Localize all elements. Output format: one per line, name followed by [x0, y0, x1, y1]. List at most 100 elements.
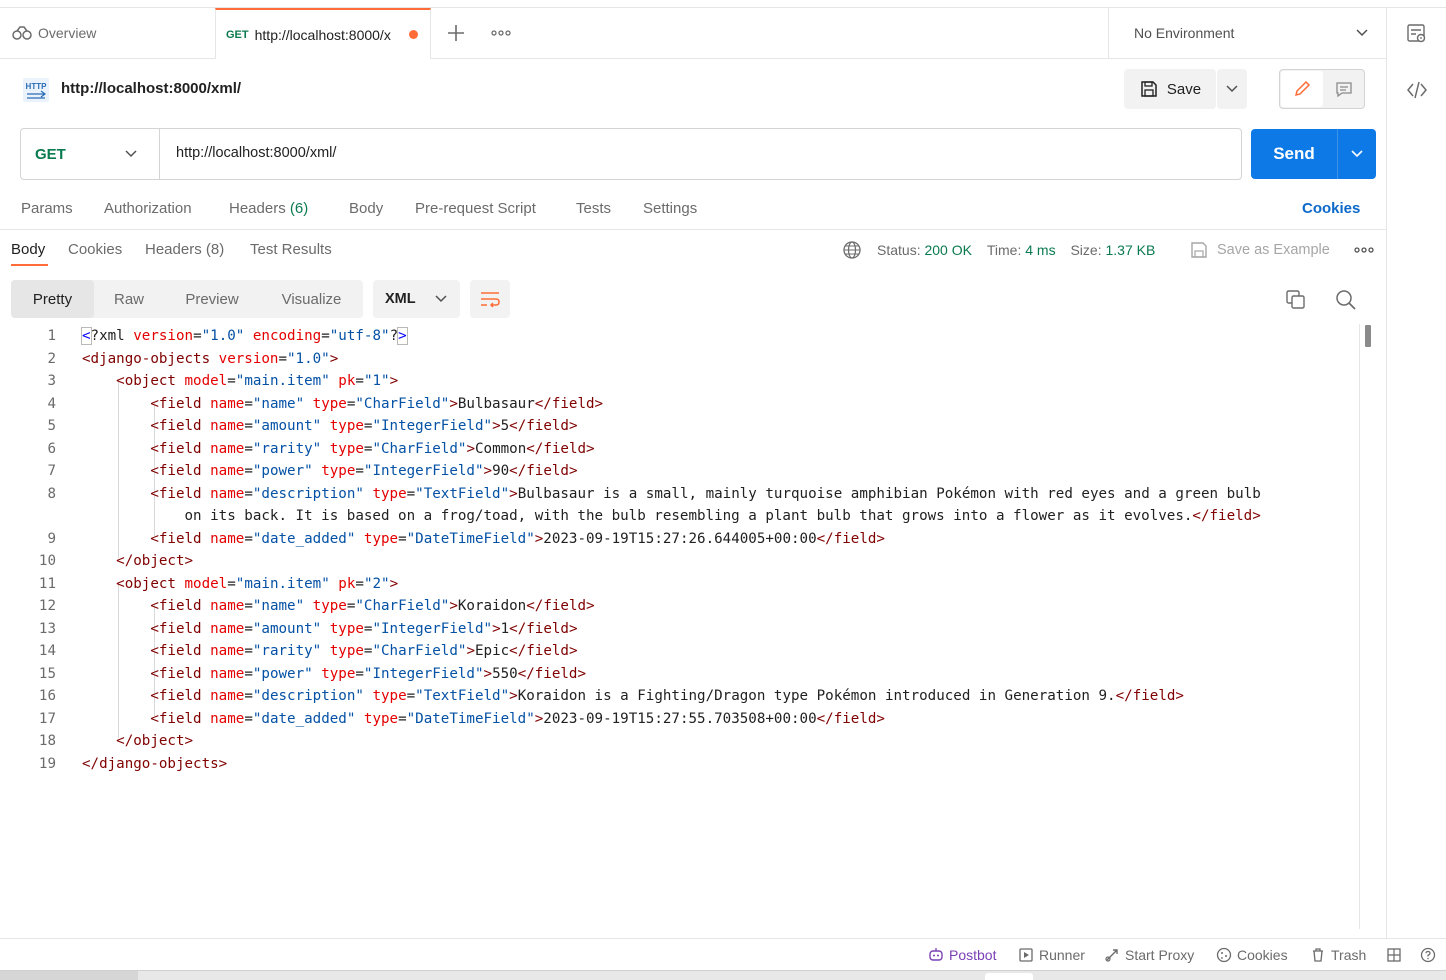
overview-icon	[12, 26, 32, 40]
postbot-button[interactable]: Postbot	[928, 947, 996, 963]
code-icon	[1407, 81, 1427, 99]
save-button[interactable]: Save	[1124, 69, 1216, 109]
line-number: 10	[38, 553, 56, 569]
runner-button[interactable]: Runner	[1018, 947, 1085, 963]
view-visualize[interactable]: Visualize	[260, 280, 363, 318]
tab-method-badge: GET	[226, 28, 249, 41]
wrap-text-icon	[481, 292, 500, 308]
cookies-link[interactable]: Cookies	[1302, 200, 1360, 217]
line-number: 13	[38, 621, 56, 637]
more-horizontal-icon	[491, 30, 511, 36]
line-number: 1	[47, 328, 56, 344]
proxy-icon	[1105, 949, 1118, 962]
scrollbar-thumb[interactable]	[1365, 325, 1371, 347]
trash-button[interactable]: Trash	[1310, 947, 1366, 963]
http-icon: HTTP	[23, 78, 49, 102]
code-line: <object model="main.item" pk="1">	[116, 373, 399, 389]
line-number: 18	[38, 733, 56, 749]
line-number: 19	[38, 756, 56, 772]
unsaved-dot-icon	[408, 30, 418, 39]
layout-icon[interactable]	[1386, 947, 1402, 963]
format-select[interactable]: XML	[373, 280, 460, 318]
pencil-icon	[1294, 80, 1311, 97]
chevron-down-icon	[1351, 150, 1363, 158]
send-options-button[interactable]	[1338, 129, 1376, 179]
tab-options-button[interactable]	[490, 22, 512, 44]
status-value[interactable]: 200 OK	[924, 242, 971, 258]
send-button-group: Send	[1251, 129, 1376, 179]
view-mode-group: Pretty Raw Preview Visualize	[11, 280, 363, 318]
method-select[interactable]: GET	[21, 129, 160, 179]
url-bar: GET http://localhost:8000/xml/	[20, 128, 1242, 180]
code-line: <field name="date_added" type="DateTimeF…	[150, 711, 885, 727]
tab-tests[interactable]: Tests	[576, 200, 611, 217]
help-icon[interactable]	[1420, 947, 1436, 963]
code-line: <field name="power" type="IntegerField">…	[150, 666, 587, 682]
wrap-lines-button[interactable]	[470, 280, 510, 318]
tab-overview[interactable]: Overview	[0, 8, 215, 58]
view-raw[interactable]: Raw	[94, 280, 164, 318]
code-line: </object>	[116, 553, 194, 569]
line-number: 14	[38, 643, 56, 659]
code-line: <field name="rarity" type="CharField">Ep…	[150, 643, 578, 659]
code-line: <object model="main.item" pk="2">	[116, 576, 399, 592]
more-horizontal-icon[interactable]	[1353, 242, 1375, 258]
response-tab-test-results[interactable]: Test Results	[250, 241, 332, 258]
taskbar-segment	[0, 971, 138, 980]
tab-body[interactable]: Body	[349, 200, 383, 217]
search-icon[interactable]	[1335, 289, 1357, 311]
cookies-label: Cookies	[1237, 947, 1288, 963]
method-label: GET	[35, 145, 66, 163]
url-input[interactable]: http://localhost:8000/xml/	[176, 145, 336, 161]
time-label: Time:	[986, 242, 1022, 258]
trash-label: Trash	[1331, 947, 1367, 963]
edit-comment-toggle	[1279, 69, 1365, 109]
tab-params[interactable]: Params	[21, 200, 73, 217]
time-value[interactable]: 4 ms	[1025, 242, 1055, 258]
cookies-button[interactable]: Cookies	[1216, 947, 1288, 963]
tab-authorization[interactable]: Authorization	[104, 200, 192, 217]
size-label: Size:	[1070, 242, 1102, 258]
response-tab-cookies[interactable]: Cookies	[68, 241, 122, 258]
response-tab-headers[interactable]: Headers (8)	[145, 241, 224, 258]
line-number: 7	[47, 463, 56, 479]
environment-quick-look-button[interactable]	[1405, 22, 1429, 46]
save-options-button[interactable]	[1217, 69, 1247, 109]
save-as-example-button[interactable]: Save as Example	[1189, 240, 1330, 260]
view-preview[interactable]: Preview	[164, 280, 260, 318]
code-line: <field name="description" type="TextFiel…	[150, 688, 1184, 704]
environment-selector[interactable]: No Environment	[1108, 8, 1386, 59]
tab-headers[interactable]: Headers (6)	[229, 200, 308, 217]
postbot-label: Postbot	[949, 947, 997, 963]
line-number: 15	[38, 666, 56, 682]
code-line: <field name="name" type="CharField">Bulb…	[150, 396, 604, 412]
request-title[interactable]: http://localhost:8000/xml/	[61, 80, 241, 97]
tab-headers-label: Headers	[229, 200, 286, 217]
send-button[interactable]: Send	[1251, 129, 1337, 179]
window-top-edge	[0, 0, 1446, 8]
edit-mode-button[interactable]	[1281, 71, 1323, 107]
code-line: <django-objects version="1.0">	[82, 351, 339, 367]
view-pretty[interactable]: Pretty	[11, 280, 94, 318]
line-number: 3	[47, 373, 56, 389]
plus-icon	[448, 25, 464, 41]
tab-settings[interactable]: Settings	[643, 200, 697, 217]
code-line: <field name="power" type="IntegerField">…	[150, 463, 578, 479]
start-proxy-button[interactable]: Start Proxy	[1104, 947, 1194, 963]
tab-request[interactable]: GET http://localhost:8000/x	[215, 8, 431, 59]
comment-icon	[1336, 82, 1352, 98]
new-tab-button[interactable]	[445, 22, 467, 44]
copy-icon[interactable]	[1285, 289, 1307, 311]
tab-request-label: http://localhost:8000/x	[254, 26, 391, 43]
globe-icon[interactable]	[842, 240, 862, 260]
chevron-down-icon	[1356, 29, 1368, 37]
code-snippet-button[interactable]	[1405, 78, 1429, 102]
response-tab-body[interactable]: Body	[11, 241, 45, 258]
save-as-example-label: Save as Example	[1217, 242, 1330, 258]
size-value[interactable]: 1.37 KB	[1105, 242, 1155, 258]
chevron-down-icon	[125, 150, 137, 158]
comments-button[interactable]	[1324, 71, 1364, 107]
response-divider	[0, 229, 1386, 230]
svg-text:HTTP: HTTP	[26, 82, 48, 91]
tab-pre-request-script[interactable]: Pre-request Script	[415, 200, 536, 217]
